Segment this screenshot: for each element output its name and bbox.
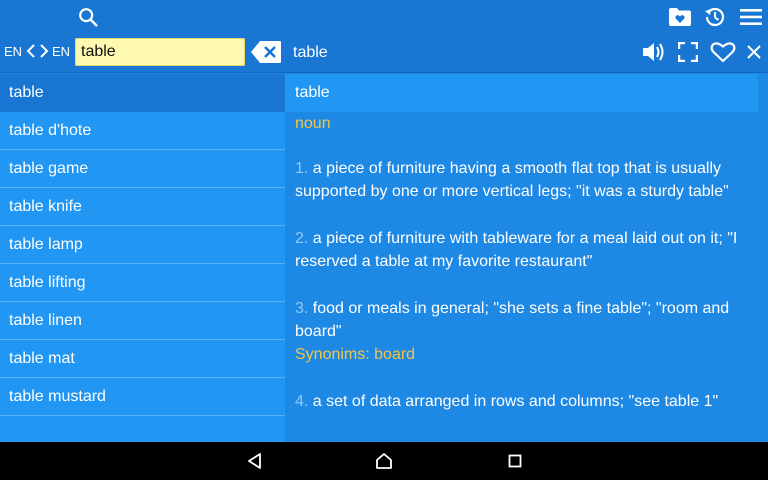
target-language[interactable]: EN <box>52 44 70 59</box>
definition-panel: table noun 1. a piece of furniture havin… <box>285 74 768 442</box>
definition-sense: 2. a piece of furniture with tableware f… <box>295 227 758 273</box>
sense-number: 3. <box>295 300 309 317</box>
list-item[interactable]: table knife <box>0 188 285 226</box>
speaker-icon[interactable] <box>640 40 666 64</box>
list-item[interactable]: table <box>0 74 285 112</box>
current-word-title: table <box>293 44 328 61</box>
list-item[interactable]: table game <box>0 150 285 188</box>
definition-sense: 4. a set of data arranged in rows and co… <box>295 390 758 413</box>
favorites-folder-icon[interactable] <box>667 5 693 29</box>
word-list: table table d'hote table game table knif… <box>0 74 285 442</box>
menu-icon[interactable] <box>738 5 764 29</box>
close-icon[interactable] <box>745 43 763 61</box>
list-item[interactable]: table mat <box>0 340 285 378</box>
sense-text: a set of data arranged in rows and colum… <box>312 393 719 410</box>
chevron-left-icon[interactable] <box>24 40 38 62</box>
sense-number: 4. <box>295 393 309 410</box>
sense-text: a piece of furniture having a smooth fla… <box>295 160 729 200</box>
fullscreen-icon[interactable] <box>677 41 699 63</box>
heart-icon[interactable] <box>710 40 736 64</box>
recent-apps-icon[interactable] <box>504 451 526 471</box>
chevron-right-icon[interactable] <box>37 40 51 62</box>
home-icon[interactable] <box>373 451 395 471</box>
dictionary-app: EN EN table table table table d'hote tab… <box>0 0 768 480</box>
sense-text: a piece of furniture with tableware for … <box>295 230 738 270</box>
list-item[interactable]: table d'hote <box>0 112 285 150</box>
definition-sense: 1. a piece of furniture having a smooth … <box>295 157 758 203</box>
system-navigation-bar <box>0 442 768 480</box>
back-icon[interactable] <box>244 451 266 471</box>
synonyms-link[interactable]: Synonims: board <box>295 343 758 366</box>
definition-sense: 3. food or meals in general; "she sets a… <box>295 297 758 366</box>
list-item[interactable]: table lifting <box>0 264 285 302</box>
search-icon[interactable] <box>75 4 101 30</box>
list-item[interactable]: table lamp <box>0 226 285 264</box>
history-icon[interactable] <box>702 4 728 30</box>
sense-number: 2. <box>295 230 309 247</box>
sense-text: food or meals in general; "she sets a fi… <box>295 300 730 340</box>
part-of-speech: noun <box>295 115 331 132</box>
source-language[interactable]: EN <box>4 44 22 59</box>
definition-headword: table <box>285 74 758 112</box>
top-toolbar: EN EN table <box>0 0 768 73</box>
backspace-clear-icon <box>251 41 281 63</box>
search-input[interactable] <box>75 38 245 66</box>
sense-number: 1. <box>295 160 309 177</box>
clear-search-button[interactable] <box>250 40 282 64</box>
list-item[interactable]: table mustard <box>0 378 285 416</box>
list-item[interactable]: table linen <box>0 302 285 340</box>
